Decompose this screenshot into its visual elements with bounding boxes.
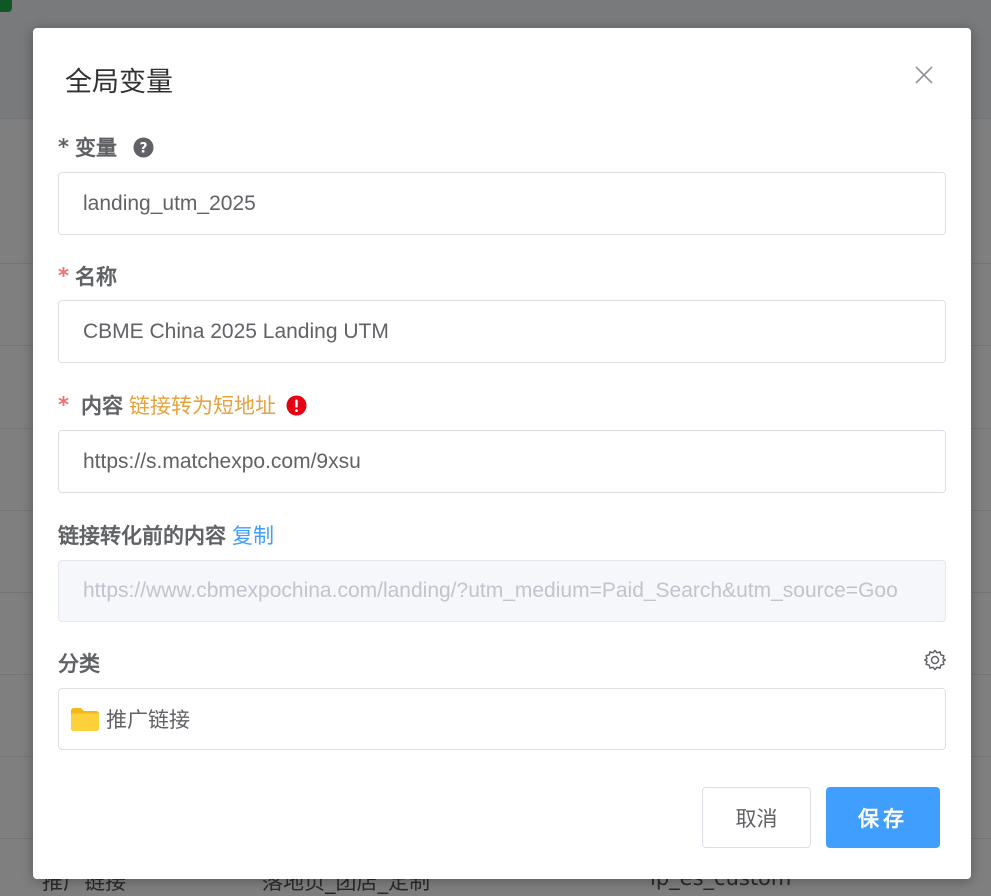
category-select[interactable]: 推广链接 <box>58 688 946 750</box>
variable-input[interactable]: landing_utm_2025 <box>58 172 946 235</box>
shorten-link[interactable]: 链接转为短地址 <box>129 390 276 420</box>
name-input[interactable]: CBME China 2025 Landing UTM <box>58 300 946 363</box>
folder-icon <box>70 706 100 732</box>
original-content-label: 链接转化前的内容 <box>58 524 226 548</box>
name-label: 名称 <box>74 265 117 289</box>
gear-icon[interactable] <box>923 648 947 672</box>
close-icon <box>915 66 933 84</box>
variable-label-row: * 变量 ? <box>58 132 154 162</box>
dialog-title: 全局变量 <box>65 67 173 98</box>
close-button[interactable] <box>909 60 939 90</box>
required-mark: * <box>58 393 69 417</box>
question-circle-icon[interactable]: ? <box>133 137 154 158</box>
cancel-button[interactable]: 取消 <box>702 787 811 848</box>
content-label: 内容 <box>80 394 123 418</box>
name-label-row: * 名称 <box>58 261 117 291</box>
content-input[interactable]: https://s.matchexpo.com/9xsu <box>58 430 946 493</box>
variable-label: 变量 <box>74 136 117 160</box>
save-button[interactable]: 保存 <box>826 787 940 848</box>
required-mark: * <box>58 264 69 288</box>
category-value: 推广链接 <box>106 708 190 732</box>
content-label-row: * 内容 链接转为短地址 <box>58 390 307 420</box>
copy-link[interactable]: 复制 <box>232 520 274 550</box>
exclamation-circle-icon <box>286 395 307 416</box>
global-variable-dialog: 全局变量 * 变量 ? landing_utm_2025 * 名称 CBME C… <box>33 28 971 879</box>
original-content-input: https://www.cbmexpochina.com/landing/?ut… <box>58 560 946 622</box>
svg-text:?: ? <box>139 140 147 156</box>
category-label: 分类 <box>58 652 100 676</box>
category-label-row: 分类 <box>58 648 100 678</box>
required-mark: * <box>58 135 69 159</box>
original-content-label-row: 链接转化前的内容 复制 <box>58 520 274 550</box>
